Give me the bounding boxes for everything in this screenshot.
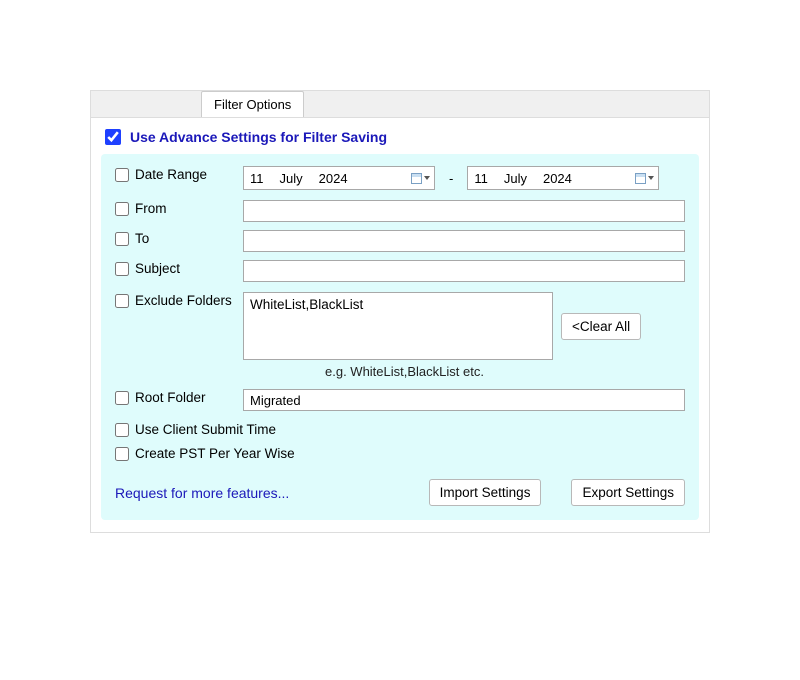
request-features-link[interactable]: Request for more features... xyxy=(115,485,289,501)
subject-input[interactable] xyxy=(243,260,685,282)
import-settings-button[interactable]: Import Settings xyxy=(429,479,542,506)
date-start-dropdown-icon[interactable] xyxy=(411,173,430,184)
date-end-day: 11 xyxy=(474,171,488,186)
date-start-day: 11 xyxy=(250,171,264,186)
date-end-month: July xyxy=(504,171,527,186)
date-range-row: Date Range 11 July 2024 - xyxy=(115,166,685,190)
export-settings-button[interactable]: Export Settings xyxy=(571,479,685,506)
subject-row: Subject xyxy=(115,260,685,282)
root-folder-input[interactable] xyxy=(243,389,685,411)
date-range-fields: 11 July 2024 - 11 July xyxy=(243,166,685,190)
date-start-month: July xyxy=(280,171,303,186)
create-pst-year-checkbox[interactable] xyxy=(115,447,129,461)
use-advance-settings-checkbox[interactable] xyxy=(105,129,121,145)
use-advance-settings-label: Use Advance Settings for Filter Saving xyxy=(130,129,387,145)
root-folder-checkbox[interactable] xyxy=(115,391,129,405)
subject-checkbox[interactable] xyxy=(115,262,129,276)
clear-all-button[interactable]: <Clear All xyxy=(561,313,641,340)
use-client-submit-row: Use Client Submit Time xyxy=(115,421,685,437)
from-input[interactable] xyxy=(243,200,685,222)
from-label: From xyxy=(135,200,243,216)
date-range-separator: - xyxy=(443,171,459,186)
to-row: To xyxy=(115,230,685,252)
exclude-folders-textarea[interactable] xyxy=(243,292,553,360)
to-checkbox[interactable] xyxy=(115,232,129,246)
date-start-picker[interactable]: 11 July 2024 xyxy=(243,166,435,190)
exclude-folders-checkbox[interactable] xyxy=(115,294,129,308)
date-end-picker[interactable]: 11 July 2024 xyxy=(467,166,659,190)
panel: Use Advance Settings for Filter Saving D… xyxy=(90,118,710,533)
create-pst-year-label: Create PST Per Year Wise xyxy=(135,445,295,461)
filter-body: Date Range 11 July 2024 - xyxy=(101,154,699,520)
root-folder-row: Root Folder xyxy=(115,389,685,411)
calendar-icon xyxy=(635,173,646,184)
subject-label: Subject xyxy=(135,260,243,276)
tab-filter-options[interactable]: Filter Options xyxy=(201,91,304,117)
calendar-icon xyxy=(411,173,422,184)
date-range-label: Date Range xyxy=(135,166,243,182)
chevron-down-icon xyxy=(648,176,654,180)
exclude-folders-hint: e.g. WhiteList,BlackList etc. xyxy=(325,364,685,379)
root-folder-label: Root Folder xyxy=(135,389,243,405)
date-range-checkbox[interactable] xyxy=(115,168,129,182)
filter-options-window: Filter Options Use Advance Settings for … xyxy=(90,90,710,533)
from-row: From xyxy=(115,200,685,222)
from-checkbox[interactable] xyxy=(115,202,129,216)
master-toggle-row: Use Advance Settings for Filter Saving xyxy=(101,124,699,154)
use-client-submit-label: Use Client Submit Time xyxy=(135,421,276,437)
exclude-folders-row: Exclude Folders <Clear All xyxy=(115,292,685,360)
to-label: To xyxy=(135,230,243,246)
bottom-row: Request for more features... Import Sett… xyxy=(115,479,685,506)
tab-strip: Filter Options xyxy=(90,90,710,118)
to-input[interactable] xyxy=(243,230,685,252)
exclude-folders-label: Exclude Folders xyxy=(135,292,243,308)
date-start-year: 2024 xyxy=(319,171,348,186)
use-client-submit-checkbox[interactable] xyxy=(115,423,129,437)
create-pst-year-row: Create PST Per Year Wise xyxy=(115,445,685,461)
date-end-year: 2024 xyxy=(543,171,572,186)
chevron-down-icon xyxy=(424,176,430,180)
date-end-dropdown-icon[interactable] xyxy=(635,173,654,184)
